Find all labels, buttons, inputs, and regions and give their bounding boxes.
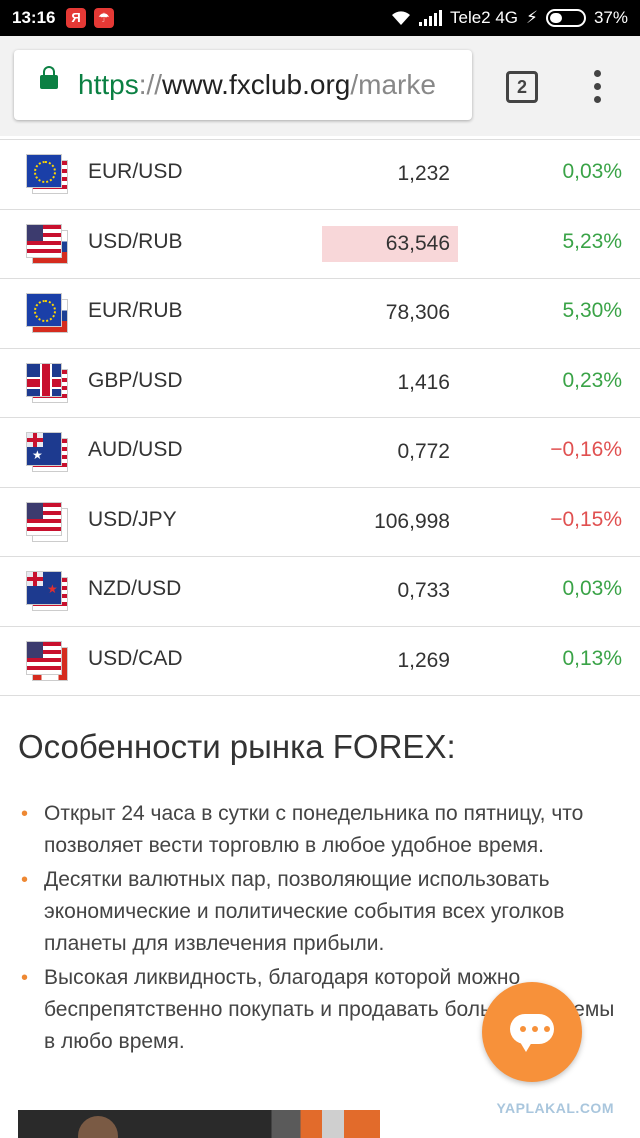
currency-flags-icon: [26, 293, 70, 335]
battery-icon: [545, 9, 586, 27]
wifi-icon: [391, 10, 411, 26]
quote-change: 0,03%: [562, 160, 622, 183]
features-title: Особенности рынка FOREX:: [18, 728, 456, 765]
battery-percent: 37%: [593, 8, 628, 27]
table-row[interactable]: EUR/RUB 78,306 5,30%: [0, 279, 640, 349]
tab-switcher-button[interactable]: 2: [506, 71, 538, 103]
table-row[interactable]: EUR/USD 1,232 0,03%: [0, 140, 640, 210]
list-item: Десятки валютных пар, позволяющие исполь…: [18, 864, 628, 960]
currency-flags-icon: [26, 571, 70, 613]
quote-price: 0,733: [397, 579, 450, 602]
url-text[interactable]: https://www.fxclub.org/marke: [78, 69, 436, 101]
quote-price: 0,772: [397, 440, 450, 463]
url-path: /marke: [350, 69, 436, 100]
quote-price: 1,269: [397, 648, 450, 672]
browser-toolbar: https://www.fxclub.org/marke 2: [0, 36, 640, 136]
currency-flags-icon: [26, 154, 70, 196]
table-row[interactable]: AUD/USD 0,772 −0,16%: [0, 418, 640, 488]
url-host: www.fxclub.org: [162, 69, 351, 100]
lock-icon: [40, 66, 58, 89]
quote-price: 1,232: [397, 162, 450, 185]
overflow-menu-icon[interactable]: [586, 70, 610, 104]
address-bar[interactable]: https://www.fxclub.org/marke: [14, 50, 472, 120]
currency-pair: EUR/USD: [88, 160, 183, 183]
quote-price: 106,998: [374, 509, 450, 533]
url-scheme: https: [78, 69, 139, 100]
table-row[interactable]: NZD/USD 0,733 0,03%: [0, 557, 640, 627]
table-row[interactable]: GBP/USD 1,416 0,23%: [0, 349, 640, 418]
quotes-table: EUR/USD 1,232 0,03% USD/RUB 63,546 5,23% EUR/R…: [0, 139, 640, 696]
quote-change: 5,30%: [562, 299, 622, 322]
quote-change: −0,15%: [550, 507, 622, 531]
charging-icon: ⚡: [526, 8, 538, 27]
quote-change: 5,23%: [562, 229, 622, 253]
quote-price: 78,306: [385, 301, 450, 324]
currency-pair: AUD/USD: [88, 438, 183, 461]
table-row[interactable]: USD/JPY 106,998 −0,15%: [0, 488, 640, 557]
currency-pair: USD/RUB: [88, 229, 183, 253]
table-row[interactable]: USD/CAD 1,269 0,13%: [0, 627, 640, 696]
quote-change: 0,03%: [562, 577, 622, 600]
currency-flags-icon: [26, 362, 70, 405]
currency-pair: GBP/USD: [88, 368, 183, 392]
quote-change: −0,16%: [550, 438, 622, 461]
table-row[interactable]: USD/RUB 63,546 5,23%: [0, 210, 640, 279]
currency-flags-icon: [26, 432, 70, 474]
currency-pair: EUR/RUB: [88, 299, 183, 322]
watermark-text: YAPLAKAL.COM: [496, 1100, 614, 1116]
list-item: Открыт 24 часа в сутки с понедельника по…: [18, 798, 628, 862]
umbrella-app-icon: ☂: [94, 8, 114, 28]
currency-pair: USD/CAD: [88, 646, 183, 670]
status-bar: 13:16 Я ☂ Tele2 4G ⚡ 37%: [0, 0, 640, 36]
quote-change: 0,13%: [562, 646, 622, 670]
currency-pair: NZD/USD: [88, 577, 182, 600]
quote-price: 1,416: [397, 370, 450, 394]
signal-icon: [418, 10, 442, 26]
yandex-app-icon: Я: [66, 8, 86, 28]
quote-price: 63,546: [322, 225, 458, 262]
currency-flags-icon: [26, 223, 70, 266]
currency-flags-icon: [26, 501, 70, 544]
status-time: 13:16: [12, 8, 56, 27]
chat-button[interactable]: [482, 982, 582, 1082]
promo-image: [18, 1110, 380, 1138]
url-separator: ://: [138, 69, 163, 100]
quote-change: 0,23%: [562, 368, 622, 392]
currency-flags-icon: [26, 640, 70, 683]
carrier-label: Tele2 4G: [449, 8, 519, 27]
currency-pair: USD/JPY: [88, 507, 177, 531]
